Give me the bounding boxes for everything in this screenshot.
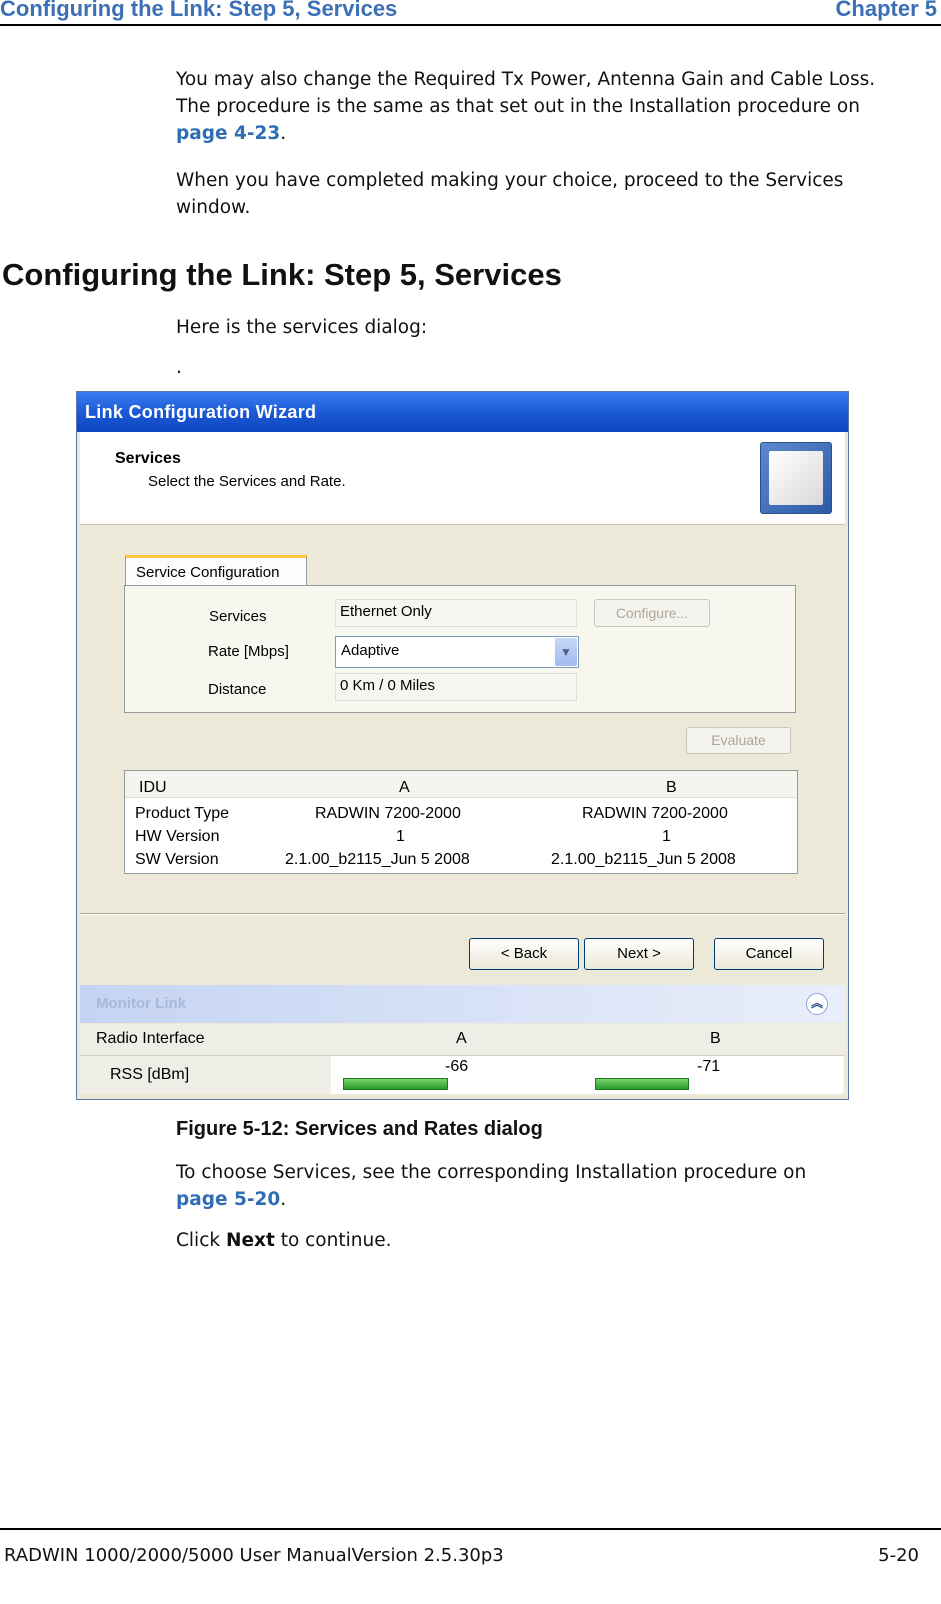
- distance-label: Distance: [208, 681, 267, 698]
- rss-a-value: -66: [445, 1058, 469, 1075]
- rate-label: Rate [Mbps]: [208, 643, 289, 660]
- after-p1-line1: To choose Services, see the correspondin…: [176, 1162, 807, 1183]
- configure-button[interactable]: Configure...: [594, 599, 710, 627]
- wizard-icon-face: [769, 451, 823, 505]
- dialog-header-title: Services: [115, 450, 181, 467]
- dialog-title: Link Configuration Wizard: [85, 402, 317, 422]
- idu-row-sw-version-b: 2.1.00_b2115_Jun 5 2008: [551, 851, 736, 868]
- intro-p1-line2: The procedure is the same as that set ou…: [176, 96, 860, 117]
- after-p2-post: to continue.: [280, 1230, 392, 1251]
- services-label: Services: [209, 608, 267, 625]
- dialog-separator: [80, 913, 845, 915]
- monitor-col-b-header: B: [710, 1030, 721, 1047]
- chevron-down-icon[interactable]: ▼: [555, 638, 577, 666]
- section-heading: Configuring the Link: Step 5, Services: [2, 257, 562, 292]
- evaluate-button[interactable]: Evaluate: [686, 727, 791, 754]
- rate-select-value: Adaptive: [341, 642, 400, 659]
- idu-row-sw-version-label: SW Version: [135, 851, 219, 868]
- rss-a-bar: [343, 1078, 448, 1090]
- section-dot: .: [176, 357, 182, 378]
- link-configuration-wizard-dialog: Link Configuration Wizard Services Selec…: [76, 391, 849, 1100]
- distance-field: 0 Km / 0 Miles: [335, 673, 577, 701]
- idu-col-header: IDU: [139, 779, 167, 796]
- monitor-link-title: Monitor Link: [96, 995, 186, 1012]
- intro-p2-line1: When you have completed making your choi…: [176, 170, 844, 191]
- intro-paragraph-1: You may also change the Required Tx Powe…: [176, 66, 916, 147]
- services-field: Ethernet Only: [335, 599, 577, 627]
- back-button[interactable]: < Back: [469, 938, 579, 970]
- monitor-col-a-header: A: [456, 1030, 467, 1047]
- idu-row-sw-version-a: 2.1.00_b2115_Jun 5 2008: [285, 851, 470, 868]
- rss-cells: -66 -71: [331, 1056, 843, 1094]
- idu-row-hw-version-b: 1: [662, 828, 671, 845]
- service-configuration-panel: Services Ethernet Only Configure... Rate…: [124, 585, 796, 713]
- page-link-5-20[interactable]: page 5-20: [176, 1189, 280, 1210]
- wizard-icon: [760, 442, 832, 514]
- rate-select[interactable]: Adaptive ▼: [335, 636, 579, 668]
- idu-row-hw-version-a: 1: [396, 828, 405, 845]
- page-link-4-23[interactable]: page 4-23: [176, 123, 280, 144]
- idu-col-b-header: B: [666, 779, 677, 796]
- intro-p2-line2: window.: [176, 197, 251, 218]
- cancel-button[interactable]: Cancel: [714, 938, 824, 970]
- intro-paragraph-2: When you have completed making your choi…: [176, 167, 916, 221]
- rss-label: RSS [dBm]: [110, 1066, 190, 1083]
- intro-p1-line1: You may also change the Required Tx Powe…: [176, 69, 876, 90]
- after-paragraph-2: Click Next to continue.: [176, 1227, 916, 1254]
- footer-rule: [0, 1528, 941, 1530]
- dialog-header-panel: Services Select the Services and Rate.: [80, 432, 845, 525]
- rss-b-bar: [595, 1078, 689, 1090]
- radio-interface-header: Radio Interface: [96, 1030, 205, 1047]
- after-paragraph-1: To choose Services, see the correspondin…: [176, 1159, 916, 1213]
- header-rule: [0, 24, 941, 26]
- after-p2-pre: Click: [176, 1230, 221, 1251]
- footer-page-number: 5-20: [878, 1545, 919, 1566]
- rss-b-value: -71: [697, 1058, 721, 1075]
- idu-table-header: [125, 771, 797, 798]
- idu-row-hw-version-label: HW Version: [135, 828, 220, 845]
- footer-manual-title: RADWIN 1000/2000/5000 User ManualVersion…: [4, 1545, 504, 1566]
- figure-caption: Figure 5-12: Services and Rates dialog: [176, 1118, 543, 1140]
- next-button[interactable]: Next >: [584, 938, 694, 970]
- idu-col-a-header: A: [399, 779, 410, 796]
- idu-row-product-type-a: RADWIN 7200-2000: [315, 805, 461, 822]
- rss-row: RSS [dBm] -66 -71: [80, 1056, 845, 1094]
- idu-row-product-type-b: RADWIN 7200-2000: [582, 805, 728, 822]
- collapse-chevrons-icon[interactable]: ︽: [806, 993, 828, 1015]
- monitor-table-header: Radio Interface A B: [80, 1024, 845, 1056]
- running-header-chapter: Chapter 5: [835, 0, 937, 21]
- dialog-header-subtitle: Select the Services and Rate.: [148, 473, 346, 490]
- idu-row-product-type-label: Product Type: [135, 805, 229, 822]
- after-p2-next-term: Next: [225, 1230, 275, 1251]
- dialog-titlebar: Link Configuration Wizard: [77, 392, 848, 432]
- idu-table: IDU A B Product Type RADWIN 7200-2000 RA…: [124, 770, 798, 874]
- tab-service-configuration[interactable]: Service Configuration: [125, 555, 307, 586]
- monitor-link-header: Monitor Link ︽: [80, 985, 845, 1023]
- running-header-title: Configuring the Link: Step 5, Services: [0, 0, 398, 21]
- section-lead: Here is the services dialog:: [176, 317, 428, 338]
